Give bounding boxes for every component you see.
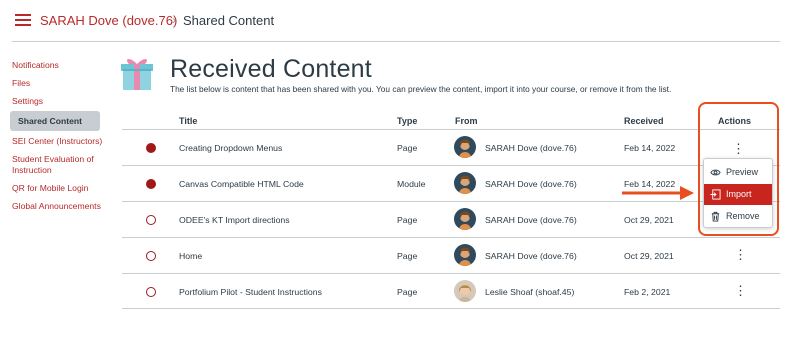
menu-item-label: Remove (726, 211, 760, 221)
menu-item-label: Import (726, 189, 752, 199)
row-actions-menu-icon[interactable]: ⋮ (734, 248, 747, 262)
sender-name: SARAH Dove (dove.76) (485, 251, 577, 261)
breadcrumb-course-link[interactable]: SARAH Dove (dove.76) (40, 13, 177, 28)
trash-icon (711, 211, 720, 222)
menu-item-import[interactable]: Import (704, 184, 772, 205)
sidebar-item-notifications[interactable]: Notifications (12, 60, 104, 71)
column-header-from: From (455, 116, 478, 126)
content-type: Page (397, 287, 418, 297)
read-indicator-icon (146, 287, 156, 297)
content-type: Page (397, 251, 418, 261)
sender-name: SARAH Dove (dove.76) (485, 143, 577, 153)
account-sidebar: Notifications Files Settings Shared Cont… (10, 60, 104, 212)
top-navigation-bar: SARAH Dove (dove.76) › Shared Content (0, 0, 800, 42)
page-title: Received Content (170, 55, 372, 83)
sidebar-item-settings[interactable]: Settings (12, 96, 104, 107)
content-type: Module (397, 179, 426, 189)
table-row: Creating Dropdown Menus Page SARAH Dove … (122, 129, 780, 165)
row-actions-menu-icon[interactable]: ⋮ (732, 142, 745, 156)
content-title[interactable]: Creating Dropdown Menus (179, 143, 282, 153)
breadcrumb-current-page: Shared Content (183, 13, 275, 28)
content-type: Page (397, 215, 418, 225)
read-indicator-icon (146, 251, 156, 261)
sender-name: SARAH Dove (dove.76) (485, 179, 577, 189)
row-actions-dropdown: Preview Import Remove (703, 158, 773, 228)
avatar (454, 172, 476, 194)
breadcrumb-separator-icon: › (172, 13, 176, 27)
annotation-arrow-icon (622, 186, 694, 200)
content-title[interactable]: Home (179, 251, 202, 261)
content-title[interactable]: Portfolium Pilot - Student Instructions (179, 287, 322, 297)
sidebar-item-files[interactable]: Files (12, 78, 104, 89)
received-date: Feb 2, 2021 (624, 287, 671, 297)
sidebar-item-global-announcements[interactable]: Global Announcements (12, 201, 104, 212)
avatar (454, 208, 476, 230)
sender-name: SARAH Dove (dove.76) (485, 215, 577, 225)
hamburger-menu-icon[interactable] (15, 14, 31, 26)
content-title[interactable]: ODEE's KT Import directions (179, 215, 290, 225)
content-type: Page (397, 143, 418, 153)
menu-item-remove[interactable]: Remove (704, 206, 772, 227)
table-row: Home Page SARAH Dove (dove.76) Oct 29, 2… (122, 237, 780, 273)
sidebar-item-shared-content[interactable]: Shared Content (10, 111, 100, 131)
page-description: The list below is content that has been … (170, 84, 672, 94)
header-divider (12, 41, 780, 42)
menu-item-label: Preview (726, 167, 759, 177)
received-date: Oct 29, 2021 (624, 215, 674, 225)
column-header-received: Received (624, 116, 664, 126)
content-title[interactable]: Canvas Compatible HTML Code (179, 179, 304, 189)
read-indicator-icon (146, 215, 156, 225)
import-icon (710, 189, 721, 200)
avatar (454, 136, 476, 158)
avatar (454, 280, 476, 302)
gift-icon (121, 59, 153, 90)
received-date: Feb 14, 2022 (624, 143, 676, 153)
table-row: Portfolium Pilot - Student Instructions … (122, 273, 780, 309)
table-row: ODEE's KT Import directions Page SARAH D… (122, 201, 780, 237)
unread-indicator-icon (146, 179, 156, 189)
row-actions-menu-icon[interactable]: ⋮ (734, 284, 747, 298)
sidebar-item-qr-mobile-login[interactable]: QR for Mobile Login (12, 183, 104, 194)
sender-name: Leslie Shoaf (shoaf.45) (485, 287, 575, 297)
avatar (454, 244, 476, 266)
column-header-title: Title (179, 116, 198, 126)
menu-item-preview[interactable]: Preview (704, 162, 772, 183)
received-date: Oct 29, 2021 (624, 251, 674, 261)
eye-icon (710, 169, 721, 176)
sidebar-item-sei-center[interactable]: SEI Center (Instructors) (12, 136, 104, 147)
unread-indicator-icon (146, 143, 156, 153)
sidebar-item-student-evaluation[interactable]: Student Evaluation of Instruction (12, 154, 104, 176)
column-header-type: Type (397, 116, 418, 126)
